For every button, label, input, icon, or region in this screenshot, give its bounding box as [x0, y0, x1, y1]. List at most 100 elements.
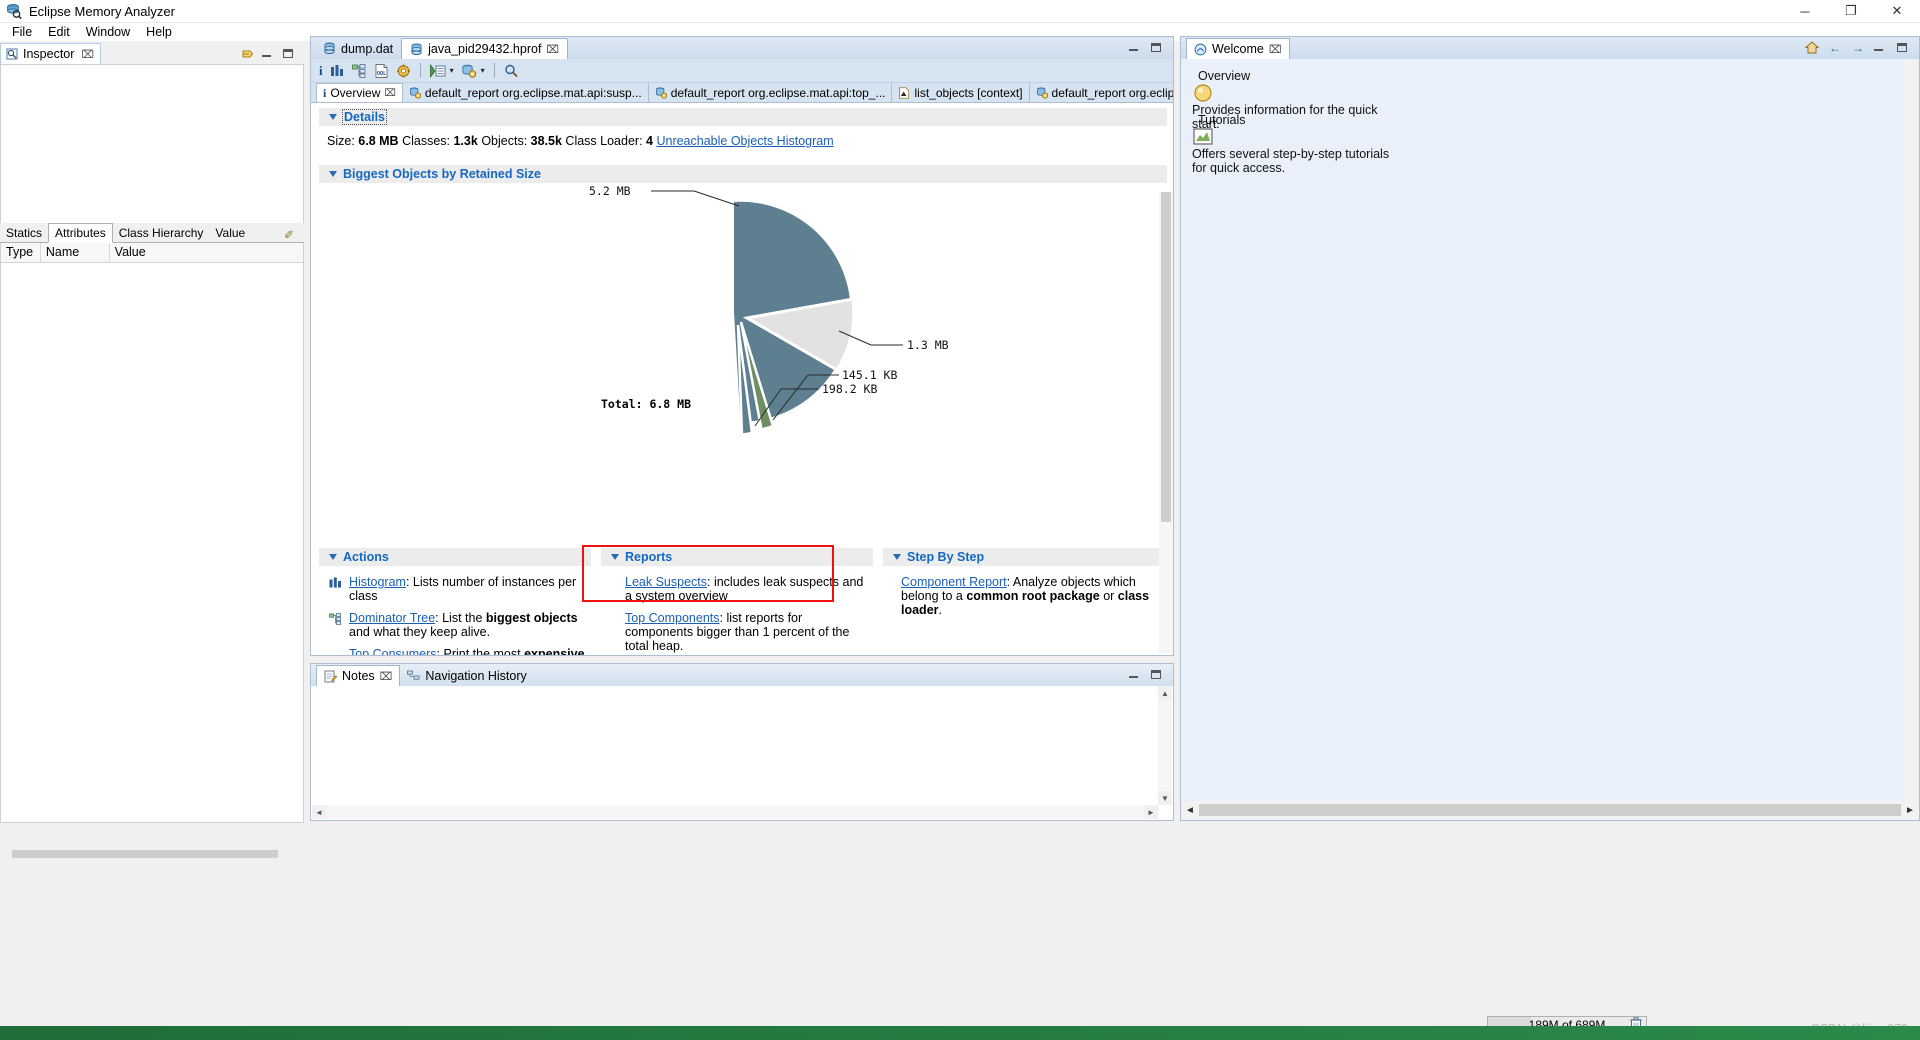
search-icon[interactable] — [504, 64, 519, 78]
notes-content-area[interactable]: ▲ ▼ ◄ ► — [312, 686, 1172, 819]
tab-value[interactable]: Value — [209, 224, 252, 242]
chevron-down-icon[interactable] — [893, 554, 901, 560]
status-bar — [0, 823, 1920, 847]
tab-welcome[interactable]: Welcome ⌧ — [1186, 38, 1290, 59]
overview-content: Details Size: 6.8 MB Classes: 1.3k Objec… — [311, 104, 1173, 655]
top-consumers-link[interactable]: Top Consumers — [349, 647, 437, 655]
scrollbar-thumb[interactable] — [1199, 804, 1901, 816]
pin-icon[interactable]: ✐ — [284, 228, 294, 242]
inspector-horizontal-scrollbar[interactable] — [0, 846, 304, 862]
scroll-left-icon[interactable]: ◄ — [1182, 801, 1198, 819]
classes-value: 1.3k — [453, 134, 478, 148]
dominator-tree-link[interactable]: Dominator Tree — [349, 611, 435, 625]
chevron-down-icon[interactable]: ▾ — [450, 66, 454, 75]
editor-tab-dump-dat[interactable]: dump.dat — [315, 38, 401, 59]
welcome-section-tutorials-text: Offers several step-by-step tutorials fo… — [1192, 147, 1390, 176]
close-icon[interactable]: ⌧ — [546, 43, 559, 56]
info-icon: i — [323, 85, 327, 100]
component-report-link[interactable]: Component Report — [901, 575, 1007, 589]
gear-analysis-icon[interactable] — [396, 64, 411, 78]
welcome-icon — [1194, 43, 1207, 56]
scrollbar-thumb[interactable] — [1161, 192, 1171, 522]
scroll-right-icon[interactable]: ► — [1902, 801, 1918, 819]
inner-tab-list-objects[interactable]: list_objects [context] — [892, 83, 1030, 102]
step-by-step-panel-header[interactable]: Step By Step — [883, 548, 1171, 566]
minimize-icon[interactable] — [1129, 41, 1143, 55]
inner-tab-overview[interactable]: i Overview ⌧ — [316, 83, 403, 102]
chevron-down-icon[interactable]: ▾ — [481, 66, 485, 75]
chevron-down-icon[interactable] — [329, 554, 337, 560]
overview-info-icon[interactable]: i — [319, 63, 323, 79]
chevron-down-icon[interactable] — [329, 114, 337, 120]
window-maximize-button[interactable]: ❐ — [1828, 0, 1874, 23]
welcome-tab-bar: Welcome ⌧ ← → — [1181, 37, 1919, 59]
inner-tab-default-report-susp-2[interactable]: default_report org.eclipse.mat.api:susp.… — [1030, 83, 1173, 102]
column-header-name[interactable]: Name — [41, 243, 110, 263]
menu-help[interactable]: Help — [138, 23, 180, 41]
unreachable-objects-histogram-link[interactable]: Unreachable Objects Histogram — [656, 134, 833, 148]
close-icon[interactable]: ⌧ — [81, 48, 94, 61]
actions-panel-header[interactable]: Actions — [319, 548, 591, 566]
editor-vertical-scrollbar[interactable] — [1159, 192, 1173, 653]
welcome-vertical-scrollbar[interactable] — [1904, 59, 1918, 801]
tab-inspector[interactable]: Inspector ⌧ — [0, 43, 102, 64]
heap-dump-icon — [410, 42, 423, 56]
tab-attributes[interactable]: Attributes — [48, 223, 113, 243]
notes-vertical-scrollbar[interactable]: ▲ ▼ — [1158, 686, 1172, 805]
maximize-icon[interactable] — [1151, 41, 1165, 55]
pie-label-1: 1.3 MB — [907, 338, 949, 352]
scrollbar-thumb[interactable] — [12, 850, 278, 858]
tab-class-hierarchy[interactable]: Class Hierarchy — [112, 224, 210, 242]
close-icon[interactable]: ⌧ — [1269, 43, 1282, 56]
column-header-value[interactable]: Value — [110, 243, 303, 263]
inner-tab-default-report-susp-1[interactable]: default_report org.eclipse.mat.api:susp.… — [403, 83, 649, 102]
minimize-icon[interactable] — [1129, 668, 1143, 682]
maximize-icon[interactable] — [1897, 41, 1911, 55]
scroll-right-icon[interactable]: ► — [1144, 805, 1158, 819]
minimize-icon[interactable] — [1874, 41, 1888, 55]
run-query-icon[interactable] — [429, 63, 446, 78]
objects-value: 38.5k — [530, 134, 562, 148]
tab-notes[interactable]: Notes ⌧ — [316, 665, 401, 686]
editor-tab-java-pid-hprof[interactable]: java_pid29432.hprof ⌧ — [401, 38, 569, 59]
welcome-horizontal-scrollbar[interactable]: ◄ ► — [1182, 801, 1918, 819]
application-window: Eclipse Memory Analyzer ─ ❐ ✕ File Edit … — [0, 0, 1920, 1040]
action-top-consumers: Top Consumers: Print the most expensive … — [329, 647, 585, 655]
close-icon[interactable]: ⌧ — [384, 88, 396, 99]
tab-navigation-history[interactable]: Navigation History — [400, 665, 533, 686]
column-header-type[interactable]: Type — [1, 243, 41, 263]
chevron-down-icon[interactable] — [329, 171, 337, 177]
home-icon[interactable] — [1805, 41, 1819, 55]
biggest-objects-section-header[interactable]: Biggest Objects by Retained Size — [319, 165, 1167, 183]
menu-window[interactable]: Window — [78, 23, 138, 41]
scroll-left-icon[interactable]: ◄ — [312, 805, 326, 819]
window-close-button[interactable]: ✕ — [1874, 0, 1920, 23]
scroll-up-icon[interactable]: ▲ — [1158, 686, 1172, 700]
histogram-icon[interactable] — [330, 64, 345, 78]
welcome-tab-label: Welcome — [1212, 42, 1264, 56]
scroll-down-icon[interactable]: ▼ — [1158, 791, 1172, 805]
dominator-tree-icon[interactable] — [351, 63, 367, 78]
window-minimize-button[interactable]: ─ — [1782, 0, 1828, 23]
back-arrow-icon[interactable]: ← — [1828, 41, 1842, 55]
maximize-icon[interactable] — [283, 47, 297, 61]
minimize-icon[interactable] — [262, 47, 276, 61]
notes-horizontal-scrollbar[interactable]: ◄ ► — [312, 805, 1158, 819]
maximize-icon[interactable] — [1151, 668, 1165, 682]
forward-arrow-icon[interactable]: → — [1851, 41, 1865, 55]
oql-icon[interactable]: OQL — [374, 63, 389, 78]
details-section-header[interactable]: Details — [319, 108, 1167, 126]
details-summary-line: Size: 6.8 MB Classes: 1.3k Objects: 38.5… — [311, 126, 1173, 148]
menu-edit[interactable]: Edit — [40, 23, 78, 41]
window-controls: ─ ❐ ✕ — [1782, 0, 1920, 23]
histogram-link[interactable]: Histogram — [349, 575, 406, 589]
pin-view-icon[interactable] — [241, 47, 255, 61]
close-icon[interactable]: ⌧ — [380, 670, 393, 683]
reports-icon[interactable] — [461, 64, 477, 78]
tab-statics[interactable]: Statics — [0, 224, 49, 242]
menu-file[interactable]: File — [4, 23, 40, 41]
dominator-desc-1: : List the — [435, 611, 486, 625]
inner-tab-default-report-top[interactable]: default_report org.eclipse.mat.api:top_.… — [649, 83, 893, 102]
top-components-link[interactable]: Top Components — [625, 611, 720, 625]
inspector-tab-label: Inspector — [23, 47, 75, 61]
